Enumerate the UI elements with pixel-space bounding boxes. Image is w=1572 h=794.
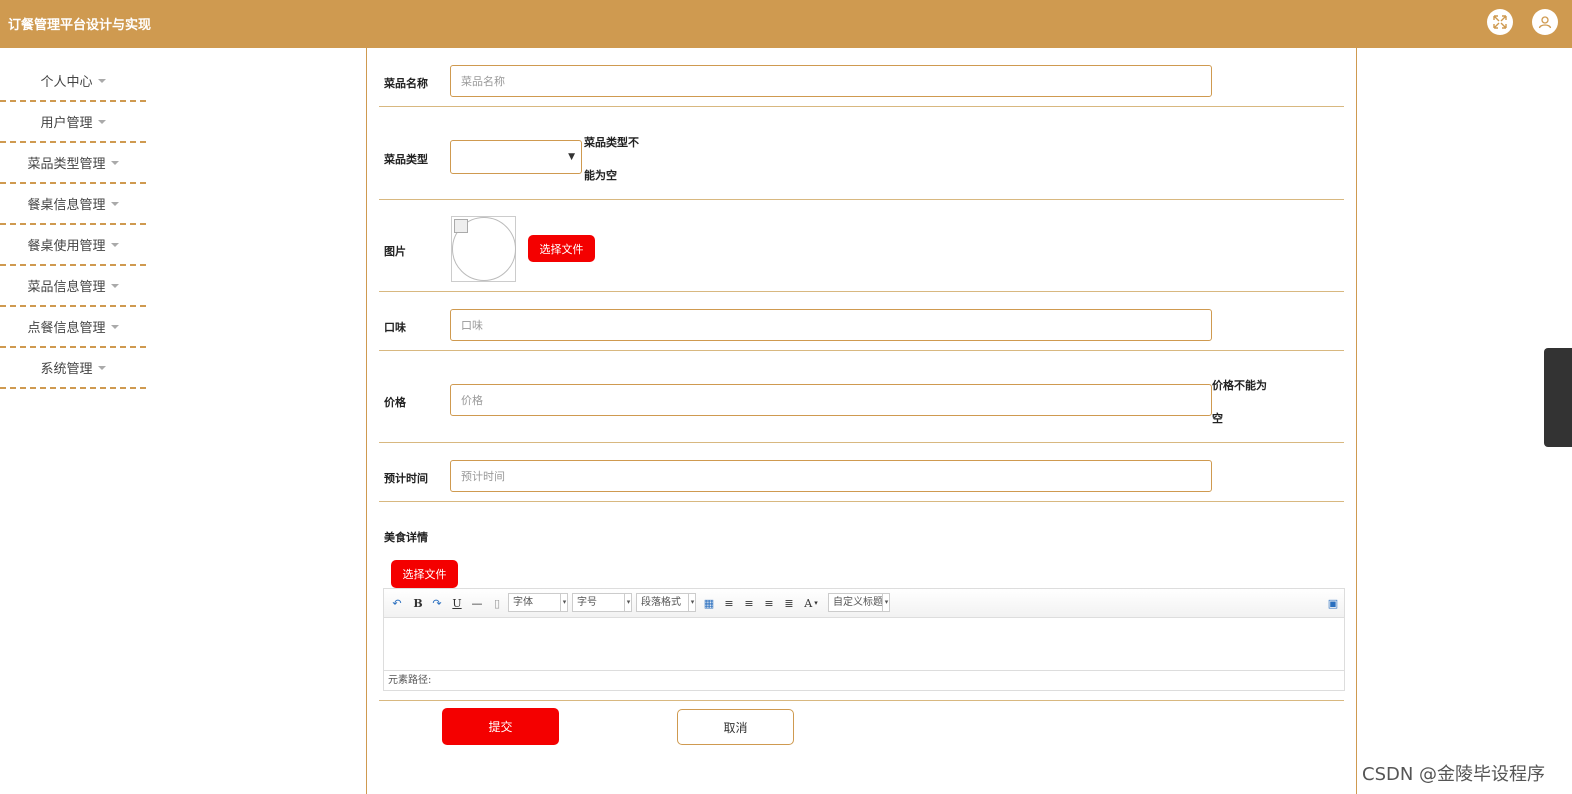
row-divider xyxy=(379,442,1344,443)
font-size-select[interactable]: 字号 ▾ xyxy=(572,593,632,612)
caret-down-icon xyxy=(110,242,119,247)
sidebar-item-order-info-management[interactable]: 点餐信息管理 xyxy=(0,307,146,348)
undo-icon[interactable]: ↶ xyxy=(390,595,404,611)
editor-content-area[interactable] xyxy=(384,618,1344,670)
row-divider xyxy=(379,291,1344,292)
cancel-button[interactable]: 取消 xyxy=(677,709,794,745)
sidebar-item-user-management[interactable]: 用户管理 xyxy=(0,102,146,143)
user-icon[interactable] xyxy=(1532,9,1558,35)
font-family-select[interactable]: 字体 ▾ xyxy=(508,593,568,612)
caret-down-icon xyxy=(97,78,106,83)
dish-type-select[interactable]: ▼ xyxy=(450,140,582,174)
image-preview xyxy=(451,216,516,282)
expand-arrows-icon[interactable] xyxy=(1487,9,1513,35)
estimated-time-label: 预计时间 xyxy=(384,472,428,485)
sidebar-item-label: 个人中心 xyxy=(40,75,93,90)
price-label: 价格 xyxy=(384,396,406,409)
content-left-border xyxy=(366,48,367,794)
dish-type-label: 菜品类型 xyxy=(384,153,428,166)
caret-down-icon xyxy=(110,201,119,206)
font-color-button[interactable]: A ▾ xyxy=(802,595,820,611)
align-right-icon[interactable]: ≡ xyxy=(742,595,756,611)
caret-down-icon: ▾ xyxy=(624,594,632,611)
dish-type-error-line2: 能为空 xyxy=(584,169,617,182)
row-divider xyxy=(379,106,1344,107)
paragraph-format-value: 段落格式 xyxy=(641,597,681,608)
caret-down-icon: ▾ xyxy=(882,594,889,611)
bold-button[interactable]: B xyxy=(411,595,425,611)
rich-text-editor: ↶ B ↷ U — ▯ 字体 ▾ 字号 ▾ 段落格式 ▾ ▦ ≡ ≡ ≡ ≣ A ▾ 自… xyxy=(383,588,1345,691)
side-panel-toggle[interactable] xyxy=(1544,348,1572,447)
caret-down-icon: ▾ xyxy=(560,594,568,611)
table-icon[interactable]: ▦ xyxy=(702,595,716,611)
sidebar-menu: 个人中心 用户管理 菜品类型管理 餐桌信息管理 餐桌使用管理 菜品信息管理 点餐… xyxy=(0,61,146,389)
image-upload-button[interactable]: 选择文件 xyxy=(528,235,595,262)
sidebar-item-table-info-management[interactable]: 餐桌信息管理 xyxy=(0,184,146,225)
sidebar-item-dish-info-management[interactable]: 菜品信息管理 xyxy=(0,266,146,307)
sidebar-item-label: 菜品信息管理 xyxy=(27,280,106,295)
sidebar-item-table-usage-management[interactable]: 餐桌使用管理 xyxy=(0,225,146,266)
custom-title-value: 自定义标题 xyxy=(833,597,883,608)
row-divider xyxy=(379,501,1344,502)
underline-button[interactable]: U xyxy=(450,595,464,611)
app-title: 订餐管理平台设计与实现 xyxy=(8,18,152,33)
broken-image-icon xyxy=(454,219,468,233)
caret-down-icon xyxy=(110,283,119,288)
document-icon[interactable]: ▯ xyxy=(490,595,504,611)
chevron-down-icon: ▼ xyxy=(568,152,575,162)
sidebar-item-label: 餐桌信息管理 xyxy=(27,198,106,213)
sidebar-item-system-management[interactable]: 系统管理 xyxy=(0,348,146,389)
sidebar-item-label: 点餐信息管理 xyxy=(27,321,106,336)
row-divider xyxy=(379,350,1344,351)
caret-down-icon: ▾ xyxy=(814,599,818,607)
font-color-label: A xyxy=(804,596,813,610)
align-center-icon[interactable]: ≡ xyxy=(762,595,776,611)
custom-title-select[interactable]: 自定义标题 ▾ xyxy=(828,593,890,612)
dish-name-label: 菜品名称 xyxy=(384,77,428,90)
taste-input[interactable] xyxy=(450,309,1212,341)
sidebar-item-label: 菜品类型管理 xyxy=(27,157,106,172)
price-error-line2: 空 xyxy=(1212,412,1223,425)
align-left-icon[interactable]: ≡ xyxy=(722,595,736,611)
image-label: 图片 xyxy=(384,245,406,258)
caret-down-icon xyxy=(110,160,119,165)
row-divider xyxy=(379,199,1344,200)
top-bar: 订餐管理平台设计与实现 xyxy=(0,0,1572,48)
font-size-value: 字号 xyxy=(577,597,597,608)
sidebar-item-personal-center[interactable]: 个人中心 xyxy=(0,61,146,102)
fullscreen-icon[interactable]: ▣ xyxy=(1326,595,1340,611)
editor-toolbar: ↶ B ↷ U — ▯ 字体 ▾ 字号 ▾ 段落格式 ▾ ▦ ≡ ≡ ≡ ≣ A ▾ 自… xyxy=(384,589,1344,618)
redo-icon[interactable]: ↷ xyxy=(430,595,444,611)
detail-label: 美食详情 xyxy=(384,531,428,544)
price-input[interactable] xyxy=(450,384,1212,416)
dish-type-error-line1: 菜品类型不 xyxy=(584,136,639,149)
caret-down-icon xyxy=(97,365,106,370)
font-family-value: 字体 xyxy=(513,597,533,608)
price-error-line1: 价格不能为 xyxy=(1212,379,1267,392)
caret-down-icon: ▾ xyxy=(688,594,696,611)
dish-name-input[interactable] xyxy=(450,65,1212,97)
caret-down-icon xyxy=(97,119,106,124)
content-right-border xyxy=(1356,48,1357,794)
submit-button[interactable]: 提交 xyxy=(442,708,559,745)
sidebar-item-label: 餐桌使用管理 xyxy=(27,239,106,254)
horizontal-rule-icon[interactable]: — xyxy=(470,595,484,611)
estimated-time-input[interactable] xyxy=(450,460,1212,492)
paragraph-format-select[interactable]: 段落格式 ▾ xyxy=(636,593,696,612)
taste-label: 口味 xyxy=(384,321,406,334)
element-path-bar: 元素路径: xyxy=(384,670,1344,690)
caret-down-icon xyxy=(110,324,119,329)
sidebar-item-dish-type-management[interactable]: 菜品类型管理 xyxy=(0,143,146,184)
sidebar-item-label: 用户管理 xyxy=(40,116,93,131)
watermark-text: CSDN @金陵毕设程序 xyxy=(1362,764,1546,785)
detail-upload-button[interactable]: 选择文件 xyxy=(391,560,458,588)
sidebar-item-label: 系统管理 xyxy=(40,362,93,377)
row-divider xyxy=(379,700,1344,701)
align-justify-icon[interactable]: ≣ xyxy=(782,595,796,611)
